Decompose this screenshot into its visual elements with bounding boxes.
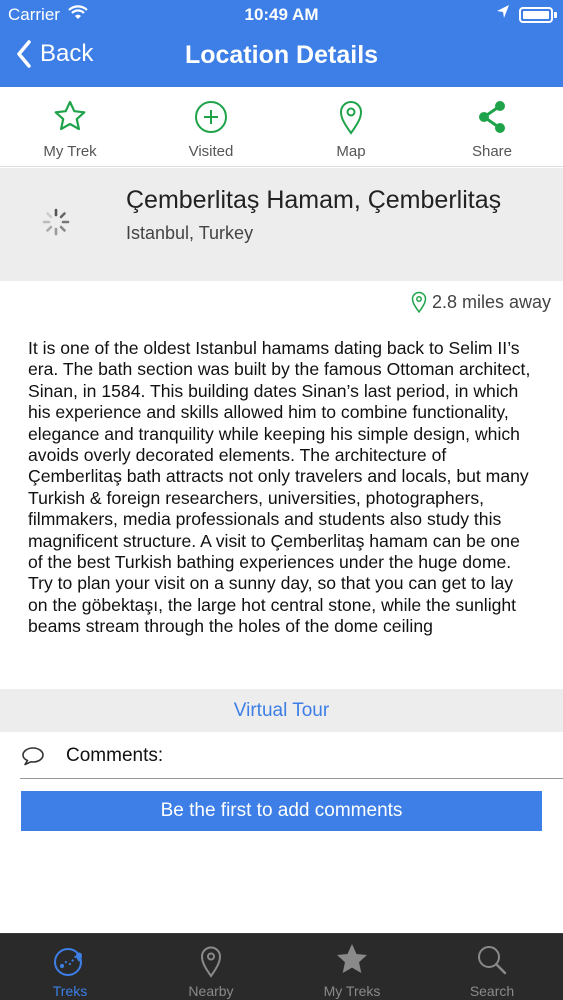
comments-header: Comments: [20, 733, 563, 779]
treks-icon [0, 940, 140, 980]
tab-nearby[interactable]: Nearby [141, 940, 281, 999]
tab-treks[interactable]: Treks [0, 940, 140, 999]
share-button[interactable]: Share [437, 97, 547, 160]
map-label: Map [336, 143, 366, 160]
star-icon [282, 940, 422, 980]
map-pin-icon [411, 291, 427, 313]
status-bar: Carrier 10:49 AM [0, 0, 563, 30]
clock-time: 10:49 AM [244, 5, 319, 24]
header: Carrier 10:49 AM Back Location Details [0, 0, 563, 87]
navigation-bar: Back Location Details [0, 30, 563, 87]
action-row: My Trek Visited Map Share [0, 87, 563, 167]
comments-label: Comments: [66, 744, 164, 766]
share-icon [437, 97, 547, 137]
location-arrow-icon [496, 4, 510, 25]
tab-treks-label: Treks [52, 983, 88, 999]
distance-indicator: 2.8 miles away [411, 291, 551, 313]
tab-my-treks[interactable]: My Treks [282, 940, 422, 999]
visited-button[interactable]: Visited [156, 97, 266, 160]
place-location: Istanbul, Turkey [126, 223, 254, 243]
map-pin-icon [141, 940, 281, 980]
tab-search-label: Search [469, 983, 515, 999]
share-label: Share [471, 143, 513, 160]
loading-spinner-icon [41, 207, 71, 242]
location-description: It is one of the oldest Istanbul hamams … [28, 338, 531, 637]
battery-tip [554, 12, 557, 18]
map-button[interactable]: Map [296, 97, 406, 160]
add-comment-button[interactable]: Be the first to add comments [21, 791, 542, 831]
battery-icon [519, 7, 553, 23]
page-title: Location Details [184, 41, 379, 69]
plus-circle-icon [156, 97, 266, 137]
my-trek-button[interactable]: My Trek [15, 97, 125, 160]
visited-label: Visited [188, 143, 234, 160]
place-name: Çemberlitaş Hamam, Çemberlitaş [126, 186, 502, 214]
search-icon [422, 940, 562, 980]
my-trek-label: My Trek [43, 143, 97, 160]
tab-nearby-label: Nearby [188, 983, 234, 999]
speech-bubble-icon [22, 746, 44, 765]
tab-search[interactable]: Search [422, 940, 562, 999]
star-icon [15, 97, 125, 137]
virtual-tour-link[interactable]: Virtual Tour [0, 689, 563, 732]
location-info-band: Çemberlitaş Hamam, Çemberlitaş Istanbul,… [0, 168, 563, 281]
tab-my-treks-label: My Treks [323, 983, 381, 999]
map-pin-icon [296, 97, 406, 137]
tab-bar: Treks Nearby My Treks Search [0, 933, 563, 1000]
distance-text: 2.8 miles away [431, 291, 551, 312]
